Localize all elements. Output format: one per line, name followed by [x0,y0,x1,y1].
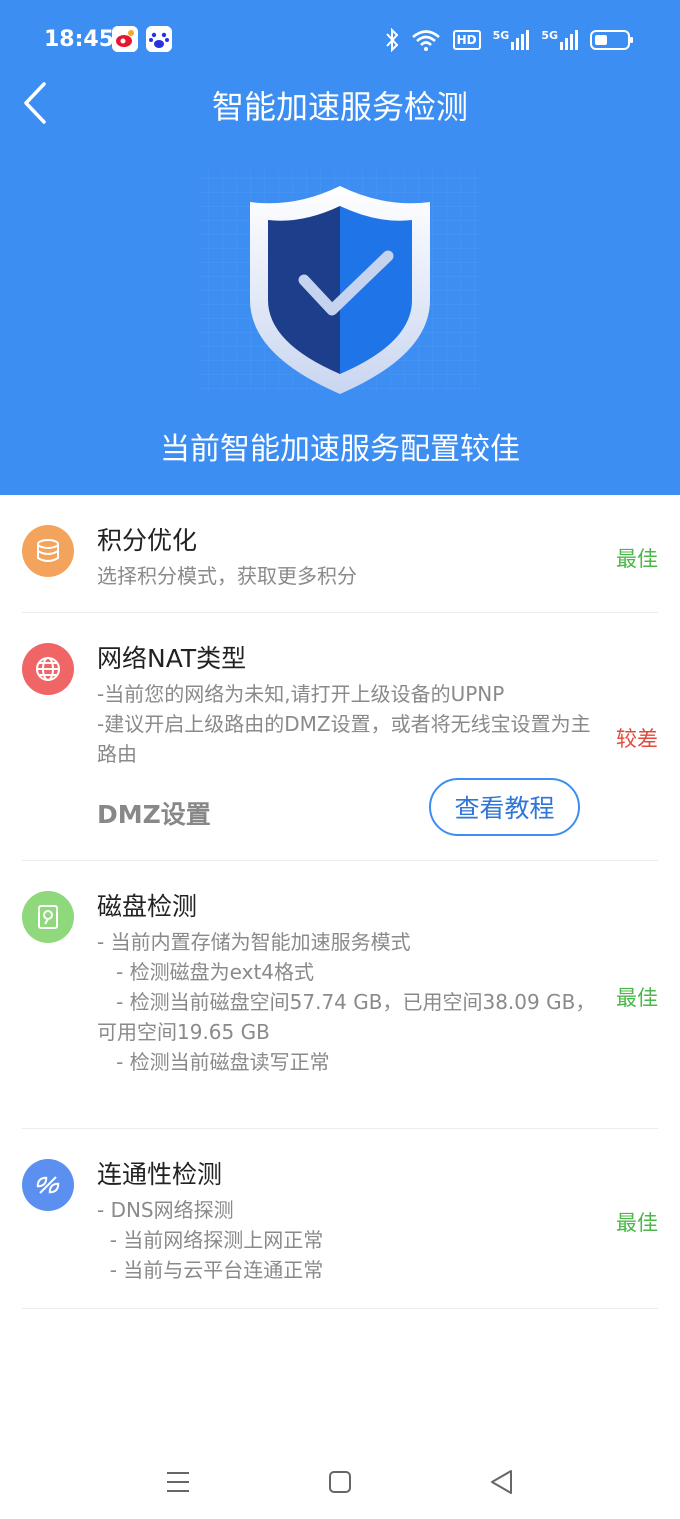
dmz-label: DMZ设置 [97,800,211,829]
signal-5g-icon: 5G [493,30,530,50]
database-icon [22,525,74,577]
item-desc: - DNS网络探测 - 当前网络探测上网正常 - 当前与云平台连通正常 [97,1198,324,1282]
result-text: 当前智能加速服务配置较佳 [160,432,520,467]
system-back-button[interactable] [482,1462,522,1502]
battery-icon [590,30,633,50]
status-badge: 最佳 [616,986,658,1010]
triangle-back-icon [491,1470,512,1494]
system-nav-bar [0,1440,680,1519]
globe-icon [22,643,74,695]
baidu-icon [146,26,172,52]
item-desc: -当前您的网络为未知,请打开上级设备的UPNP -建议开启上级路由的DMZ设置，… [97,682,591,766]
status-time: 18:45 [44,27,115,52]
header: 18:45 HD 5G 5G 智能加速服务检测 当前智能加速服务配置较佳 [0,0,680,495]
list-item-nat: 网络NAT类型 -当前您的网络为未知,请打开上级设备的UPNP -建议开启上级路… [22,613,658,861]
wifi-icon [411,30,440,51]
view-tutorial-button[interactable]: 查看教程 [429,778,580,836]
bluetooth-icon [385,28,398,52]
hd-icon: HD [452,30,481,50]
status-badge: 最佳 [616,1211,658,1235]
list-item-points: 积分优化 选择积分模式，获取更多积分 最佳 [22,495,658,613]
status-badge: 最佳 [616,547,658,571]
item-desc: 选择积分模式，获取更多积分 [97,564,357,588]
list-item-connectivity: 连通性检测 - DNS网络探测 - 当前网络探测上网正常 - 当前与云平台连通正… [22,1129,658,1309]
list-item-disk: 磁盘检测 - 当前内置存储为智能加速服务模式 - 检测磁盘为ext4格式 - 检… [22,861,658,1129]
shield-check-icon [180,150,500,410]
square-icon [329,1471,351,1493]
home-button[interactable] [320,1462,360,1502]
status-badge: 较差 [616,727,658,751]
weibo-icon [112,26,138,52]
link-icon [22,1159,74,1211]
item-title: 连通性检测 [97,1160,223,1189]
item-title: 积分优化 [97,526,198,555]
item-title: 网络NAT类型 [97,644,247,673]
page-title: 智能加速服务检测 [211,88,468,126]
signal-5g-icon: 5G [541,30,578,50]
menu-icon [167,1472,189,1492]
check-list: 积分优化 选择积分模式，获取更多积分 最佳 网络NAT类型 -当前您的网络为未知… [0,495,680,1309]
item-desc: - 当前内置存储为智能加速服务模式 - 检测磁盘为ext4格式 - 检测当前磁盘… [97,930,596,1074]
disk-icon [22,891,74,943]
status-bar: 18:45 HD 5G 5G [0,0,680,80]
menu-button[interactable] [158,1462,198,1502]
item-title: 磁盘检测 [97,892,198,921]
